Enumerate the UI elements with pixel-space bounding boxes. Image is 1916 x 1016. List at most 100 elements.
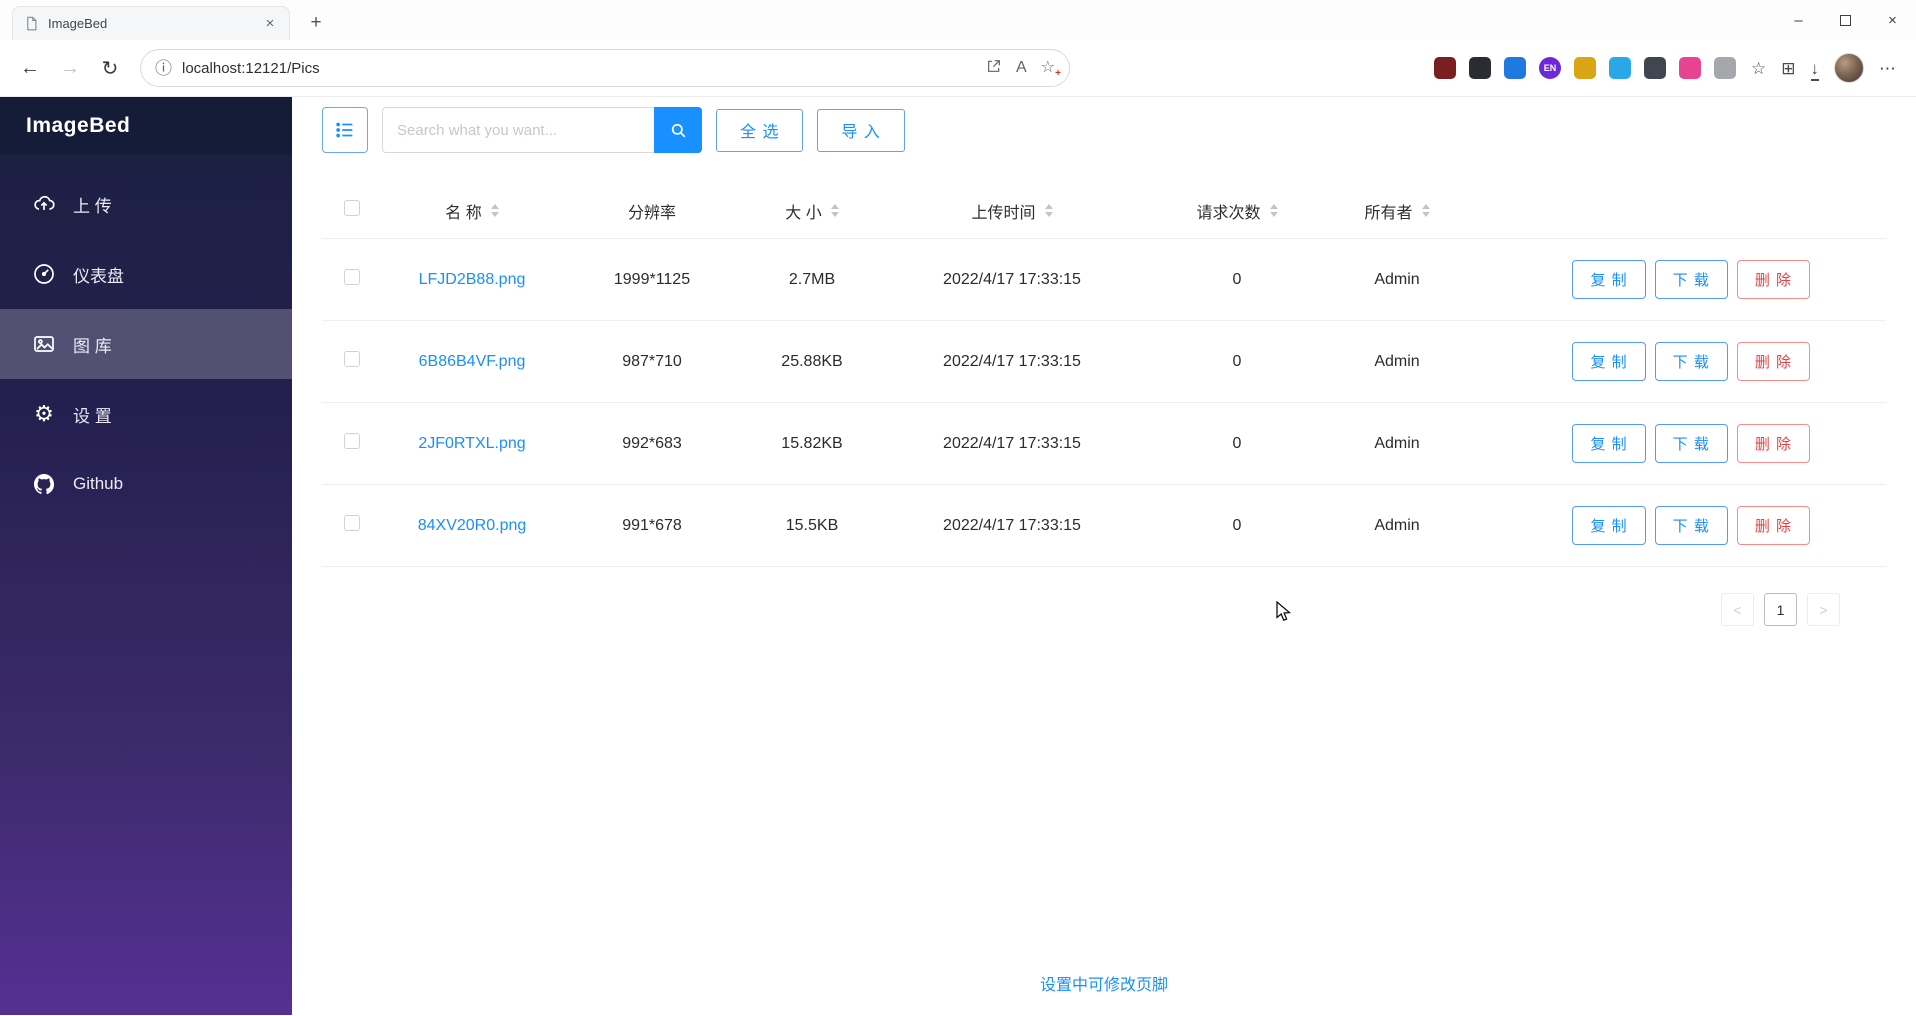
favorite-plus-badge: + [1055,68,1061,79]
sidebar-item-label: Github [73,474,124,493]
back-button[interactable]: ← [12,50,48,86]
add-favorite-icon[interactable]: ☆ + [1041,60,1061,79]
col-header-size[interactable]: 大 小 [742,199,882,223]
request-count-value: 0 [1232,516,1242,534]
tab-title: ImageBed [48,16,108,31]
translate-ext-icon[interactable]: EN [1539,57,1561,79]
delete-button[interactable]: 删 除 [1736,506,1810,545]
sidebar-item-settings[interactable]: ⚙ 设 置 [0,379,292,449]
upload-time-value: 2022/4/17 17:33:15 [943,270,1081,288]
sidebar-item-label: 图 库 [73,336,112,356]
table-row: 2JF0RTXL.png 992*683 15.82KB 2022/4/17 1… [322,403,1886,485]
table-row: LFJD2B88.png 1999*1125 2.7MB 2022/4/17 1… [322,239,1886,321]
upload-time-value: 2022/4/17 17:33:15 [943,516,1081,534]
favorites-icon[interactable]: ☆ [1751,60,1766,77]
col-header-resolution: 分辨率 [627,204,676,222]
copy-button[interactable]: 复 制 [1572,342,1646,381]
row-checkbox[interactable] [344,433,360,449]
col-header-name[interactable]: 名 称 [382,199,562,223]
file-name-link[interactable]: 84XV20R0.png [418,517,527,534]
delete-button[interactable]: 删 除 [1736,424,1810,463]
row-checkbox[interactable] [344,515,360,531]
forward-button[interactable]: → [52,50,88,86]
table-header-row: 名 称 分辨率 大 小 上传时间 请求次数 所有者 [322,183,1886,239]
resolution-value: 987*710 [622,352,682,370]
maximize-button[interactable] [1822,0,1869,40]
sort-caret-icon [490,204,499,217]
sidebar-item-github[interactable]: Github [0,449,292,519]
puzzle-ext-icon[interactable] [1714,57,1736,79]
notes-ext-icon[interactable] [1574,57,1596,79]
browser-menu-icon[interactable]: ⋯ [1879,60,1896,77]
search-input[interactable] [382,107,654,153]
import-button[interactable]: 导 入 [817,108,905,152]
dark-ext-icon[interactable] [1469,57,1491,79]
download-button[interactable]: 下 载 [1654,260,1728,299]
request-count-value: 0 [1232,434,1242,452]
page-number-button[interactable]: 1 [1764,593,1797,626]
mouse-cursor [1276,601,1292,621]
size-value: 25.88KB [781,352,843,370]
file-name-link[interactable]: LFJD2B88.png [419,271,526,288]
download-button[interactable]: 下 载 [1654,424,1728,463]
resolution-value: 1999*1125 [613,270,691,288]
capture-ext-icon[interactable] [1609,57,1631,79]
sidebar-item-gallery[interactable]: 图 库 [0,309,292,379]
site-info-icon[interactable]: ⓘ [155,60,172,77]
profile-avatar[interactable] [1834,53,1864,83]
sidebar-item-label: 设 置 [73,406,112,426]
file-name-link[interactable]: 6B86B4VF.png [419,353,526,370]
downloads-icon[interactable]: ↓ [1810,58,1819,81]
maximize-icon [1840,14,1851,26]
copy-button[interactable]: 复 制 [1572,424,1646,463]
upload-time-value: 2022/4/17 17:33:15 [943,352,1081,370]
file-name-link[interactable]: 2JF0RTXL.png [418,435,525,452]
blue-round-ext-icon[interactable] [1504,57,1526,79]
delete-button[interactable]: 删 除 [1736,260,1810,299]
row-checkbox[interactable] [344,351,360,367]
owner-value: Admin [1374,352,1420,370]
request-count-value: 0 [1232,270,1242,288]
select-all-button[interactable]: 全 选 [716,108,804,152]
sort-caret-icon [830,204,839,217]
browser-tab[interactable]: ImageBed × [12,6,290,40]
github-icon [32,472,56,496]
delete-button[interactable]: 删 除 [1736,342,1810,381]
refresh-button[interactable]: ↻ [92,50,128,86]
close-window-button[interactable]: × [1869,0,1916,40]
url-text: localhost:12121/Pics [182,59,320,77]
resolution-value: 991*678 [622,516,682,534]
sort-caret-icon [1421,204,1430,217]
copy-button[interactable]: 复 制 [1572,260,1646,299]
col-header-requests[interactable]: 请求次数 [1142,199,1332,223]
colorful-ext-icon[interactable] [1679,57,1701,79]
sidebar-item-upload[interactable]: 上 传 [0,169,292,239]
download-button[interactable]: 下 载 [1654,506,1728,545]
col-header-owner[interactable]: 所有者 [1332,199,1462,223]
blocker-ext-icon[interactable] [1644,57,1666,79]
new-tab-button[interactable]: + [302,9,330,37]
browser-tabstrip: ImageBed × + – × [0,0,1916,40]
list-view-button[interactable] [322,107,368,153]
share-icon[interactable] [986,58,1002,78]
read-aloud-icon[interactable]: A [1016,60,1027,76]
row-checkbox[interactable] [344,269,360,285]
minimize-button[interactable]: – [1775,0,1822,40]
search-button[interactable] [654,107,702,153]
select-all-checkbox[interactable] [344,200,360,216]
table-row: 6B86B4VF.png 987*710 25.88KB 2022/4/17 1… [322,321,1886,403]
copy-button[interactable]: 复 制 [1572,506,1646,545]
owner-value: Admin [1374,434,1420,452]
download-button[interactable]: 下 载 [1654,342,1728,381]
tab-close-icon[interactable]: × [261,15,279,33]
ublock-ext-icon[interactable] [1434,57,1456,79]
page-favicon-icon [23,16,39,32]
prev-page-button[interactable]: < [1721,593,1754,626]
sidebar-item-dashboard[interactable]: 仪表盘 [0,239,292,309]
next-page-button[interactable]: > [1807,593,1840,626]
address-bar[interactable]: ⓘ localhost:12121/Pics A ☆ + [140,49,1070,87]
owner-value: Admin [1374,516,1420,534]
table-row: 84XV20R0.png 991*678 15.5KB 2022/4/17 17… [322,485,1886,567]
collections-icon[interactable]: ⊞ [1781,60,1795,77]
col-header-upload-time[interactable]: 上传时间 [882,199,1142,223]
